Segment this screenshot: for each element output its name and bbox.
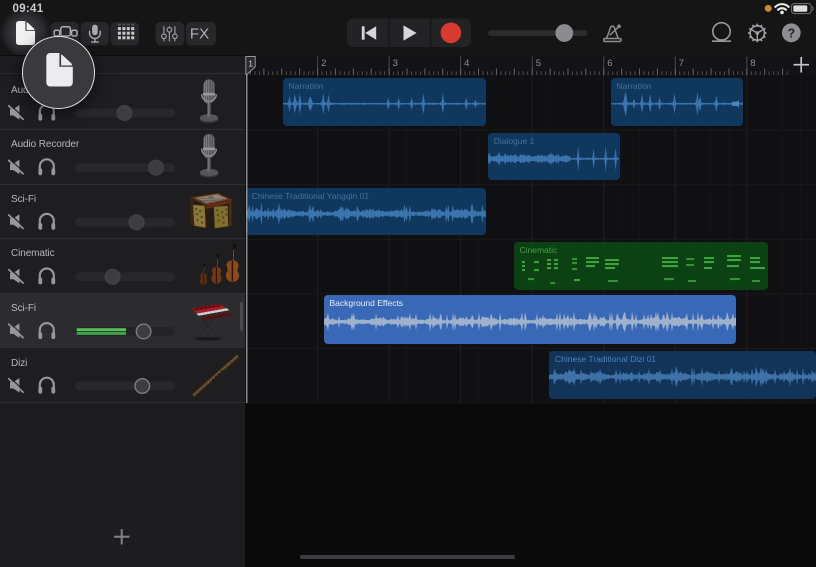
svg-text:5: 5 [535,58,540,69]
svg-text:4: 4 [464,58,469,69]
svg-text:3: 3 [392,58,397,69]
svg-text:6: 6 [607,58,612,69]
svg-text:?: ? [787,26,795,40]
svg-text:7: 7 [678,58,683,69]
svg-text:2: 2 [321,58,326,69]
svg-text:1: 1 [248,59,253,69]
svg-text:8: 8 [750,58,755,69]
